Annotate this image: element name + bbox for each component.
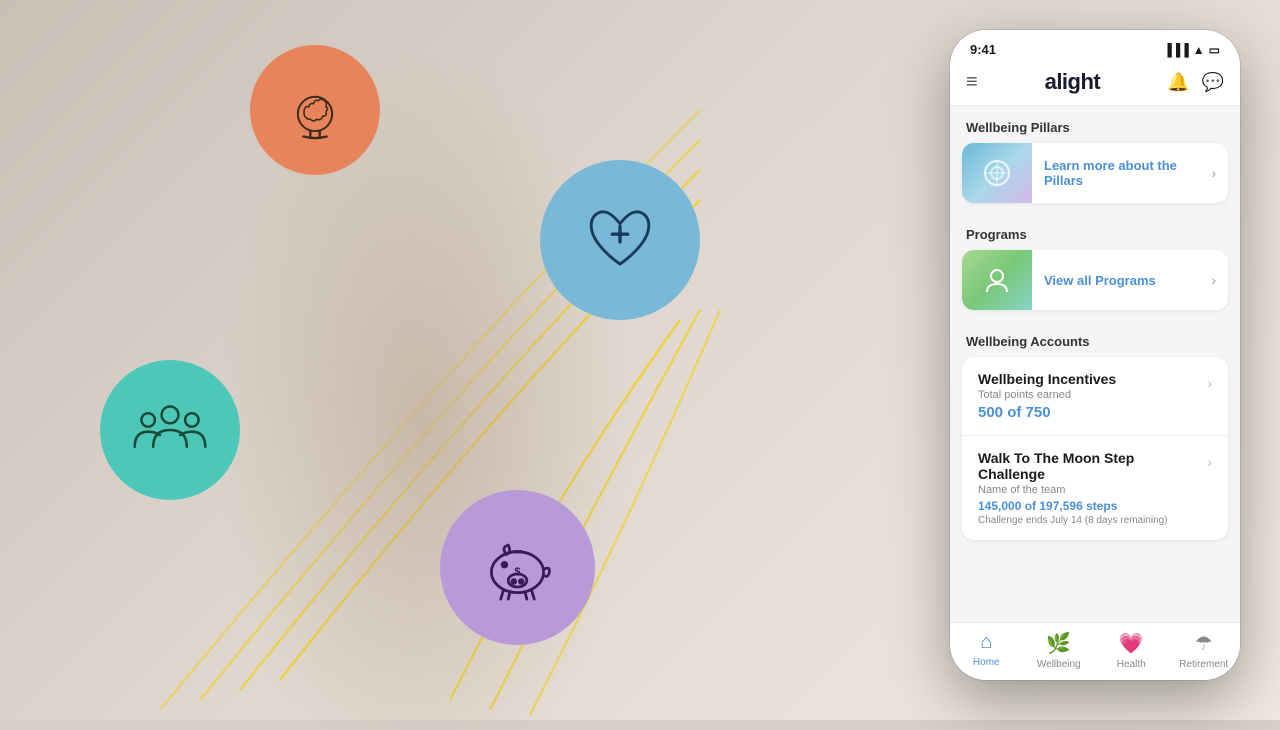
wellbeing-incentives-info: Wellbeing Incentives Total points earned… xyxy=(978,371,1199,421)
step-challenge-info: Walk To The Moon Step Challenge Name of … xyxy=(978,450,1199,526)
step-challenge-value: 145,000 of 197,596 steps xyxy=(978,499,1199,513)
health-icon: 💗 xyxy=(1119,631,1144,656)
pillars-chevron: › xyxy=(1211,165,1228,181)
pillars-thumbnail xyxy=(962,143,1032,203)
bottom-nav: ⌂ Home 🌿 Wellbeing 💗 Health ☂ Retirement xyxy=(950,622,1240,680)
pillars-link-row[interactable]: Learn more about the Pillars › xyxy=(962,143,1228,203)
status-bar: 9:41 ▐▐▐ ▲ ▭ xyxy=(950,30,1240,61)
app-header: ≡ alight 🔔 💬 xyxy=(950,61,1240,106)
wellbeing-incentives-chevron: › xyxy=(1207,375,1212,391)
battery-icon: ▭ xyxy=(1209,43,1220,57)
wellbeing-label: Wellbeing xyxy=(1037,659,1081,670)
retirement-icon: ☂ xyxy=(1195,631,1213,656)
phone-mockup: 9:41 ▐▐▐ ▲ ▭ ≡ alight 🔔 💬 Wellbeing Pill… xyxy=(950,30,1240,680)
step-challenge-subtitle: Name of the team xyxy=(978,484,1199,496)
programs-card[interactable]: View all Programs › xyxy=(962,250,1228,310)
pillars-link-text: Learn more about the Pillars xyxy=(1032,158,1211,188)
programs-chevron: › xyxy=(1211,272,1228,288)
app-logo: alight xyxy=(1045,69,1101,95)
piggy-bubble: $ xyxy=(440,490,595,645)
step-challenge-title: Walk To The Moon Step Challenge xyxy=(978,450,1199,482)
nav-wellbeing[interactable]: 🌿 Wellbeing xyxy=(1023,631,1096,670)
wellbeing-pillars-card[interactable]: Learn more about the Pillars › xyxy=(962,143,1228,203)
wellbeing-incentives-row[interactable]: Wellbeing Incentives Total points earned… xyxy=(962,357,1228,436)
wellbeing-pillars-label: Wellbeing Pillars xyxy=(950,106,1240,143)
step-challenge-chevron: › xyxy=(1207,454,1212,470)
header-actions: 🔔 💬 xyxy=(1167,72,1224,93)
home-icon: ⌂ xyxy=(980,631,992,654)
wellbeing-accounts-card: Wellbeing Incentives Total points earned… xyxy=(962,357,1228,540)
chat-icon[interactable]: 💬 xyxy=(1202,72,1224,93)
step-challenge-row[interactable]: Walk To The Moon Step Challenge Name of … xyxy=(962,436,1228,540)
status-time: 9:41 xyxy=(970,42,996,57)
wifi-icon: ▲ xyxy=(1193,43,1205,57)
step-challenge-detail: Challenge ends July 14 (8 days remaining… xyxy=(978,515,1199,526)
wellbeing-incentives-value: 500 of 750 xyxy=(978,404,1199,421)
phone-content[interactable]: Wellbeing Pillars Learn more about the P… xyxy=(950,106,1240,622)
nav-home[interactable]: ⌂ Home xyxy=(950,631,1023,670)
wellbeing-icon: 🌿 xyxy=(1046,631,1071,656)
home-label: Home xyxy=(973,657,1000,668)
menu-button[interactable]: ≡ xyxy=(966,71,978,94)
team-bubble xyxy=(100,360,240,500)
health-label: Health xyxy=(1117,659,1146,670)
notification-bell-icon[interactable]: 🔔 xyxy=(1167,72,1189,93)
wellbeing-accounts-label: Wellbeing Accounts xyxy=(950,320,1240,357)
brain-bubble xyxy=(250,45,380,175)
health-bubble xyxy=(540,160,700,320)
signal-icon: ▐▐▐ xyxy=(1163,43,1189,57)
status-icons: ▐▐▐ ▲ ▭ xyxy=(1163,43,1220,57)
wellbeing-incentives-subtitle: Total points earned xyxy=(978,389,1199,401)
wellbeing-incentives-title: Wellbeing Incentives xyxy=(978,371,1199,387)
programs-link-row[interactable]: View all Programs › xyxy=(962,250,1228,310)
nav-retirement[interactable]: ☂ Retirement xyxy=(1168,631,1241,670)
svg-text:$: $ xyxy=(514,566,521,578)
programs-thumbnail xyxy=(962,250,1032,310)
programs-label: Programs xyxy=(950,213,1240,250)
programs-link-text: View all Programs xyxy=(1032,273,1211,288)
nav-health[interactable]: 💗 Health xyxy=(1095,631,1168,670)
retirement-label: Retirement xyxy=(1179,659,1228,670)
